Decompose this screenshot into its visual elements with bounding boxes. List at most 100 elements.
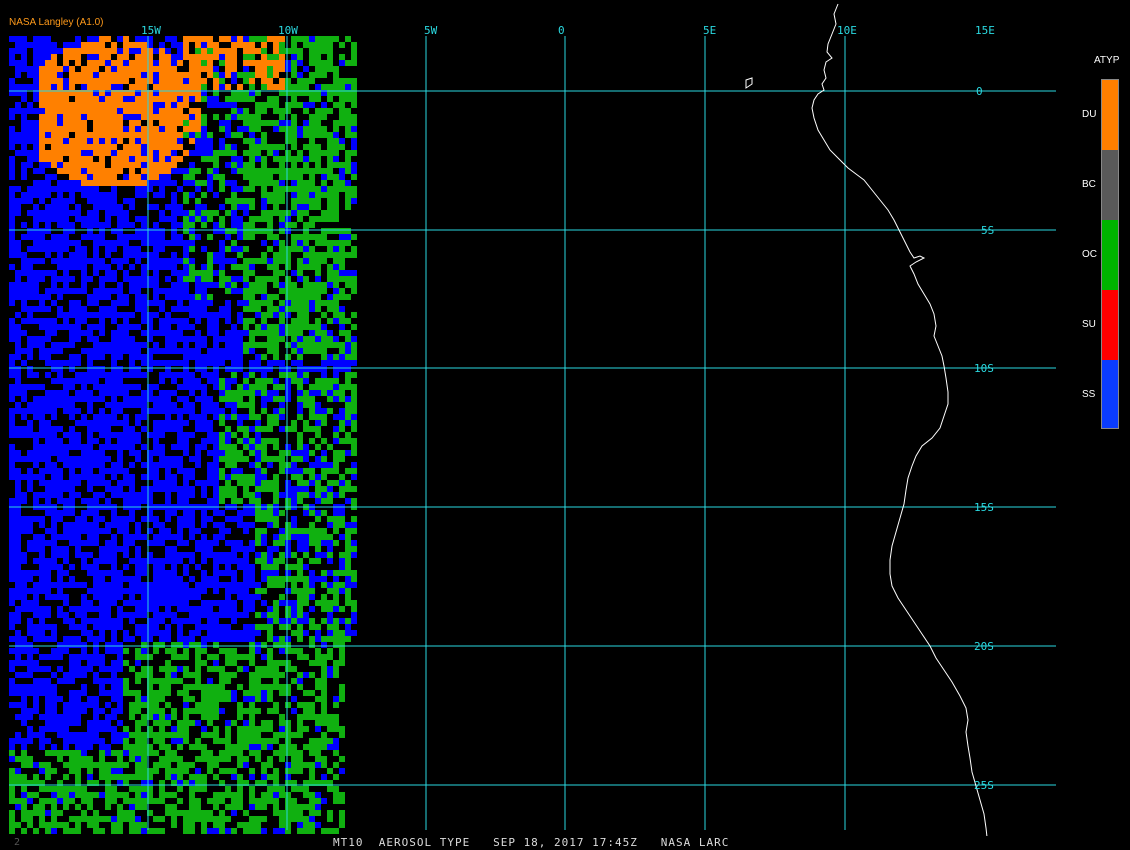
aerosol-pixel <box>9 756 15 762</box>
aerosol-pixel <box>105 132 111 138</box>
aerosol-pixel <box>195 270 201 276</box>
aerosol-pixel <box>321 756 327 762</box>
aerosol-pixel <box>9 138 15 144</box>
aerosol-pixel <box>285 138 291 144</box>
aerosol-pixel <box>87 108 93 114</box>
aerosol-pixel <box>165 624 171 630</box>
aerosol-pixel <box>27 288 33 294</box>
aerosol-pixel <box>315 144 321 150</box>
aerosol-pixel <box>261 210 267 216</box>
aerosol-pixel <box>27 516 33 522</box>
aerosol-pixel <box>333 480 339 486</box>
aerosol-pixel <box>153 438 159 444</box>
aerosol-pixel <box>345 594 351 600</box>
aerosol-pixel <box>39 342 45 348</box>
aerosol-pixel <box>207 756 213 762</box>
aerosol-pixel <box>45 690 51 696</box>
aerosol-pixel <box>303 258 309 264</box>
aerosol-pixel <box>195 348 201 354</box>
aerosol-pixel <box>21 348 27 354</box>
aerosol-pixel <box>93 162 99 168</box>
aerosol-pixel <box>243 606 249 612</box>
aerosol-pixel <box>249 678 255 684</box>
aerosol-pixel <box>183 594 189 600</box>
aerosol-pixel <box>303 468 309 474</box>
aerosol-pixel <box>75 42 81 48</box>
aerosol-pixel <box>249 270 255 276</box>
aerosol-pixel <box>189 510 195 516</box>
aerosol-type-map: 15W 10W 5W 0 5E 10E 15E 0 5S 10S 15S 20S… <box>0 0 1130 850</box>
aerosol-pixel <box>117 612 123 618</box>
aerosol-pixel <box>243 300 249 306</box>
aerosol-pixel <box>27 402 33 408</box>
aerosol-pixel <box>111 420 117 426</box>
aerosol-pixel <box>135 756 141 762</box>
aerosol-pixel <box>123 774 129 780</box>
aerosol-pixel <box>261 390 267 396</box>
aerosol-pixel <box>327 648 333 654</box>
aerosol-pixel <box>321 486 327 492</box>
aerosol-pixel <box>195 378 201 384</box>
aerosol-pixel <box>39 744 45 750</box>
aerosol-pixel <box>123 678 129 684</box>
aerosol-pixel <box>21 222 27 228</box>
aerosol-pixel <box>303 276 309 282</box>
aerosol-pixel <box>285 486 291 492</box>
aerosol-pixel <box>303 186 309 192</box>
aerosol-pixel <box>123 468 129 474</box>
aerosol-pixel <box>231 336 237 342</box>
aerosol-pixel <box>309 78 315 84</box>
aerosol-pixel <box>249 306 255 312</box>
aerosol-pixel <box>327 582 333 588</box>
aerosol-pixel <box>321 150 327 156</box>
aerosol-pixel <box>303 576 309 582</box>
aerosol-pixel <box>189 594 195 600</box>
aerosol-pixel <box>153 300 159 306</box>
aerosol-pixel <box>255 330 261 336</box>
aerosol-pixel <box>345 408 351 414</box>
aerosol-pixel <box>141 360 147 366</box>
aerosol-pixel <box>297 102 303 108</box>
aerosol-pixel <box>105 726 111 732</box>
aerosol-pixel <box>21 516 27 522</box>
aerosol-pixel <box>207 702 213 708</box>
aerosol-pixel <box>267 612 273 618</box>
aerosol-pixel <box>159 732 165 738</box>
aerosol-pixel <box>267 762 273 768</box>
aerosol-pixel <box>63 312 69 318</box>
aerosol-pixel <box>285 588 291 594</box>
aerosol-pixel <box>141 564 147 570</box>
aerosol-pixel <box>261 516 267 522</box>
aerosol-pixel <box>21 54 27 60</box>
aerosol-pixel <box>87 510 93 516</box>
aerosol-pixel <box>309 114 315 120</box>
aerosol-pixel <box>165 414 171 420</box>
aerosol-pixel <box>249 288 255 294</box>
aerosol-pixel <box>237 708 243 714</box>
aerosol-pixel <box>33 630 39 636</box>
aerosol-pixel <box>177 594 183 600</box>
aerosol-pixel <box>27 282 33 288</box>
aerosol-pixel <box>177 528 183 534</box>
aerosol-pixel <box>267 342 273 348</box>
aerosol-pixel <box>315 276 321 282</box>
aerosol-pixel <box>87 774 93 780</box>
aerosol-pixel <box>87 42 93 48</box>
aerosol-pixel <box>327 246 333 252</box>
aerosol-pixel <box>171 360 177 366</box>
aerosol-pixel <box>117 624 123 630</box>
aerosol-pixel <box>207 300 213 306</box>
aerosol-pixel <box>243 150 249 156</box>
aerosol-pixel <box>315 204 321 210</box>
aerosol-pixel <box>51 378 57 384</box>
aerosol-pixel <box>255 444 261 450</box>
aerosol-pixel <box>81 264 87 270</box>
aerosol-pixel <box>177 348 183 354</box>
aerosol-pixel <box>225 516 231 522</box>
aerosol-pixel <box>333 522 339 528</box>
aerosol-pixel <box>201 420 207 426</box>
aerosol-pixel <box>15 630 21 636</box>
aerosol-pixel <box>117 72 123 78</box>
aerosol-pixel <box>291 174 297 180</box>
aerosol-pixel <box>57 360 63 366</box>
